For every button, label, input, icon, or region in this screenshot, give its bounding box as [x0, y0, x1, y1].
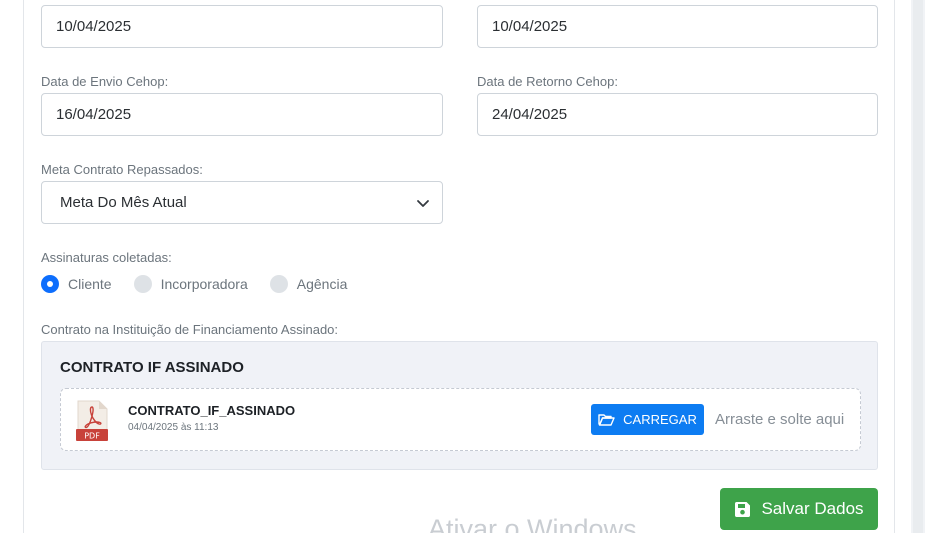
meta-contrato-value: Meta Do Mês Atual	[60, 194, 187, 211]
radio-cliente[interactable]: Cliente	[41, 275, 112, 293]
date-input-left[interactable]: 10/04/2025	[41, 5, 443, 48]
radio-incorporadora[interactable]: Incorporadora	[133, 275, 248, 293]
save-button[interactable]: Salvar Dados	[720, 488, 878, 530]
radio-agencia-dot[interactable]	[269, 275, 288, 293]
envio-cehop-value: 16/04/2025	[56, 106, 132, 123]
date-input-left-value: 10/04/2025	[56, 18, 132, 35]
file-date: 04/04/2025 às 11:13	[128, 422, 219, 433]
assinaturas-label: Assinaturas coletadas:	[41, 250, 172, 265]
save-button-label: Salvar Dados	[761, 499, 864, 518]
file-name: CONTRATO_IF_ASSINADO	[128, 403, 296, 418]
retorno-cehop-input[interactable]: 24/04/2025	[477, 93, 878, 136]
meta-contrato-label: Meta Contrato Repassados:	[41, 162, 203, 177]
upload-button[interactable]: CARREGAR	[591, 404, 704, 435]
save-icon	[735, 501, 751, 517]
envio-cehop-label: Data de Envio Cehop:	[41, 74, 169, 89]
scrollbar-thumb[interactable]	[913, 0, 923, 533]
date-input-right-value: 10/04/2025	[492, 18, 568, 35]
meta-contrato-select[interactable]: Meta Do Mês Atual	[41, 181, 443, 224]
date-input-right[interactable]: 10/04/2025	[477, 5, 878, 48]
windows-activation-watermark: Ativar o Windows	[428, 514, 637, 533]
upload-button-label: CARREGAR	[623, 412, 697, 427]
retorno-cehop-value: 24/04/2025	[492, 106, 568, 123]
contrato-if-panel-title: CONTRATO IF ASSINADO	[60, 359, 244, 376]
radio-cliente-label: Cliente	[68, 276, 112, 292]
folder-open-icon	[598, 414, 615, 426]
pdf-file-icon: PDF	[76, 400, 108, 441]
file-drop-zone[interactable]: PDF CONTRATO_IF_ASSINADO 04/04/2025 às 1…	[60, 388, 861, 451]
assinaturas-radio-group: Cliente Incorporadora Agência	[41, 274, 369, 294]
drop-hint: Arraste e solte aqui	[715, 411, 845, 428]
envio-cehop-input[interactable]: 16/04/2025	[41, 93, 443, 136]
svg-text:PDF: PDF	[84, 432, 100, 441]
radio-cliente-dot[interactable]	[41, 275, 59, 293]
radio-incorporadora-dot[interactable]	[133, 275, 152, 293]
radio-incorporadora-label: Incorporadora	[160, 276, 248, 292]
contrato-if-panel: CONTRATO IF ASSINADO PDF CONTRATO_IF_ASS…	[41, 341, 878, 470]
retorno-cehop-label: Data de Retorno Cehop:	[477, 74, 618, 89]
contrato-if-label: Contrato na Instituição de Financiamento…	[41, 322, 339, 337]
radio-agencia-label: Agência	[296, 276, 348, 292]
radio-agencia[interactable]: Agência	[269, 275, 348, 293]
chevron-down-icon	[417, 200, 429, 207]
